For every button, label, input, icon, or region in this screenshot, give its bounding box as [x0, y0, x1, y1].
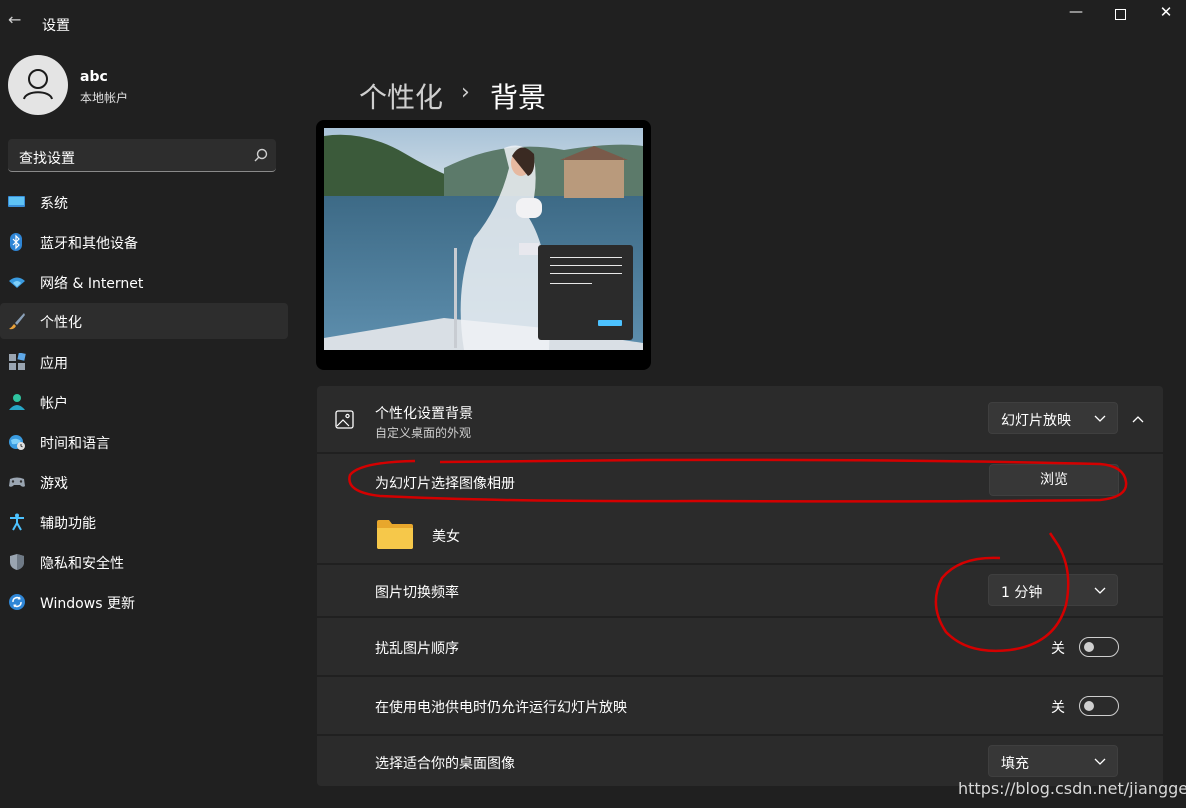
shuffle-toggle[interactable]	[1079, 637, 1119, 657]
album-folder-name[interactable]: 美女	[432, 526, 460, 546]
wifi-icon	[9, 277, 25, 288]
sidebar-item-bluetooth[interactable]: 蓝牙和其他设备	[0, 224, 288, 260]
sidebar-item-label: 时间和语言	[40, 436, 110, 452]
sidebar-item-label: 蓝牙和其他设备	[40, 236, 138, 252]
sidebar-item-time-language[interactable]: 时间和语言	[0, 424, 288, 460]
battery-setting-card: 在使用电池供电时仍允许运行幻灯片放映 关	[317, 677, 1163, 734]
breadcrumb-parent[interactable]: 个性化	[359, 76, 443, 116]
dropdown-value: 1 分钟	[1001, 585, 1043, 601]
sidebar-item-label: 应用	[40, 356, 68, 372]
gamepad-icon	[9, 477, 25, 487]
sidebar-item-network[interactable]: 网络 & Internet	[0, 264, 288, 300]
sidebar-item-label: Windows 更新	[40, 596, 135, 612]
person-icon	[23, 69, 53, 100]
frequency-setting-card: 图片切换频率 1 分钟	[317, 565, 1163, 616]
sidebar-item-label: 帐户	[40, 396, 68, 412]
sidebar-item-accessibility[interactable]: 辅助功能	[0, 504, 288, 540]
shuffle-state-label: 关	[1051, 641, 1065, 657]
album-label: 为幻灯片选择图像相册	[375, 476, 515, 492]
update-icon	[9, 594, 25, 610]
browse-button[interactable]: 浏览	[989, 464, 1119, 496]
dropdown-value: 幻灯片放映	[1001, 413, 1071, 429]
apps-icon	[9, 353, 26, 370]
battery-toggle[interactable]	[1079, 696, 1119, 716]
maximize-icon	[1115, 9, 1126, 20]
chevron-down-icon	[1094, 587, 1106, 594]
search-icon[interactable]	[252, 147, 270, 165]
sidebar-item-privacy[interactable]: 隐私和安全性	[0, 544, 288, 580]
sidebar-item-label: 隐私和安全性	[40, 556, 124, 572]
close-button[interactable]: ✕	[1156, 3, 1176, 23]
background-setting-title: 个性化设置背景	[375, 406, 473, 422]
sidebar-item-label: 游戏	[40, 476, 68, 492]
background-type-dropdown[interactable]: 幻灯片放映	[988, 402, 1118, 434]
sidebar-item-label: 个性化	[40, 315, 82, 331]
search-placeholder: 查找设置	[19, 151, 75, 167]
globe-clock-icon	[9, 435, 25, 450]
fit-label: 选择适合你的桌面图像	[375, 756, 515, 772]
monitor-icon	[8, 196, 25, 207]
frequency-label: 图片切换频率	[375, 585, 459, 601]
breadcrumb-separator: ›	[461, 80, 470, 105]
sidebar-item-label: 网络 & Internet	[40, 276, 144, 292]
person-icon	[9, 394, 25, 410]
watermark-text: https://blog.csdn.net/jiangge12	[958, 779, 1186, 798]
sidebar-item-system[interactable]: 系统	[0, 184, 288, 220]
frequency-dropdown[interactable]: 1 分钟	[988, 574, 1118, 606]
battery-state-label: 关	[1051, 700, 1065, 716]
toggle-knob	[1084, 701, 1094, 711]
brush-icon	[9, 313, 25, 330]
sidebar-item-label: 辅助功能	[40, 516, 96, 532]
sidebar-item-personalization[interactable]: 个性化	[0, 303, 288, 339]
preview-window-mock	[538, 245, 633, 340]
sidebar-item-gaming[interactable]: 游戏	[0, 464, 288, 500]
toggle-knob	[1084, 642, 1094, 652]
back-arrow-icon: ←	[8, 10, 22, 29]
album-setting-card: 为幻灯片选择图像相册 浏览 美女	[317, 454, 1163, 563]
shield-icon	[10, 554, 24, 570]
battery-label: 在使用电池供电时仍允许运行幻灯片放映	[375, 700, 627, 716]
user-name: abc	[80, 69, 108, 85]
chevron-down-icon	[1094, 758, 1106, 765]
accessibility-icon	[10, 513, 24, 531]
minimize-button[interactable]: —	[1066, 4, 1086, 24]
shuffle-label: 扰乱图片顺序	[375, 641, 459, 657]
back-button[interactable]: ←	[8, 10, 28, 34]
picture-icon	[335, 410, 354, 429]
maximize-button[interactable]	[1110, 4, 1130, 24]
sidebar-item-windows-update[interactable]: Windows 更新	[0, 584, 288, 620]
sidebar-item-label: 系统	[40, 196, 68, 212]
folder-icon	[377, 520, 413, 549]
bluetooth-icon	[10, 233, 22, 251]
page-title: 背景	[490, 81, 547, 114]
sidebar-item-apps[interactable]: 应用	[0, 344, 288, 380]
chevron-down-icon	[1094, 415, 1106, 422]
preview-accent-button	[598, 320, 622, 326]
shuffle-setting-card: 扰乱图片顺序 关	[317, 618, 1163, 675]
account-type: 本地帐户	[80, 91, 129, 105]
avatar[interactable]	[8, 55, 68, 115]
chevron-up-icon[interactable]	[1131, 412, 1145, 426]
dropdown-value: 填充	[1001, 756, 1029, 772]
fit-dropdown[interactable]: 填充	[988, 745, 1118, 777]
sidebar-item-accounts[interactable]: 帐户	[0, 384, 288, 420]
app-title: 设置	[42, 18, 70, 34]
background-setting-card[interactable]: 个性化设置背景 自定义桌面的外观 幻灯片放映	[317, 386, 1163, 452]
background-setting-subtitle: 自定义桌面的外观	[375, 426, 472, 440]
